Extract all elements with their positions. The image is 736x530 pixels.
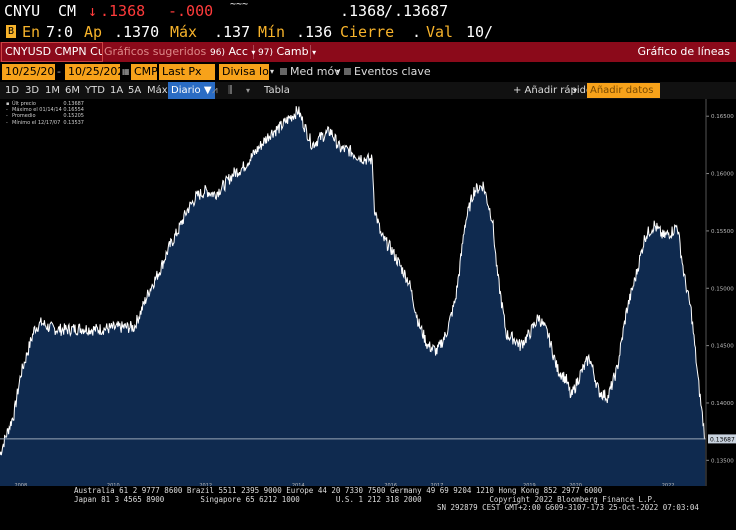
chevron-down-icon[interactable]: ▾ xyxy=(246,82,250,99)
change-menu[interactable]: 97) Camb ▾ xyxy=(258,42,316,62)
chevron-down-icon: ▼ xyxy=(203,85,212,96)
quote-detail-row: B En 7:0 Ap .1370 Máx .137 Mín .136 Cier… xyxy=(0,22,736,42)
low-value: .136 xyxy=(296,23,333,41)
last-price: .1368 xyxy=(100,2,146,20)
quote-time: 7:0 xyxy=(46,23,74,41)
moving-average-toggle[interactable]: Med móv xyxy=(280,64,341,80)
close-value: . xyxy=(412,23,422,41)
tick-sparkline-icon: ~~~ xyxy=(230,0,249,10)
period-max[interactable]: Máx xyxy=(147,82,168,99)
change-number: 97) xyxy=(258,48,273,58)
actions-number: 96) xyxy=(210,48,225,58)
val-value: 10/ xyxy=(466,23,494,41)
y-tick-label: 0.16000 xyxy=(711,172,734,178)
calendar-icon[interactable]: ▦ xyxy=(122,64,130,80)
chevron-down-icon[interactable]: ▾ xyxy=(336,64,340,80)
add-data-input[interactable]: Añadir datos xyxy=(587,83,660,98)
key-events-toggle[interactable]: Eventos clave xyxy=(344,64,431,80)
price-change: -.000 xyxy=(168,2,214,20)
chevron-down-icon[interactable]: ▾ xyxy=(573,82,577,99)
last-price-tag-text: 0.13687 xyxy=(710,436,735,443)
period-1m[interactable]: 1M xyxy=(45,82,60,99)
security-ticker-box[interactable]: CNYUSD CMPN Curncy xyxy=(1,42,103,62)
menu-bar: CNYUSD CMPN Curncy Gráficos sugeridos 96… xyxy=(0,42,736,62)
last-price-tag: 0.13687 xyxy=(708,434,736,444)
chart-view-title: Gráfico de líneas xyxy=(637,45,730,58)
period-1a[interactable]: 1A xyxy=(110,82,123,99)
low-label: Mín xyxy=(258,23,286,41)
period-3d[interactable]: 3D xyxy=(25,82,39,99)
open-value: .1370 xyxy=(114,23,160,41)
date-range-dash: - xyxy=(57,65,61,78)
table-button[interactable]: Tabla xyxy=(264,82,290,99)
y-tick-label: 0.13500 xyxy=(711,458,734,464)
chevron-down-icon: ▾ xyxy=(312,48,317,57)
y-tick-label: 0.14000 xyxy=(711,401,734,407)
footer: Australia 61 2 9777 8600 Brazil 5511 239… xyxy=(0,486,736,530)
ticker-symbol[interactable]: CNYU xyxy=(4,0,40,22)
change-label: Camb xyxy=(276,45,309,58)
line-chart-icon[interactable]: ⩘ xyxy=(212,82,218,99)
val-label: Val xyxy=(426,23,454,41)
period-ytd[interactable]: YTD xyxy=(85,82,105,99)
legend-label: Mínimo el 12/17/07 xyxy=(12,119,61,126)
footer-session-info: SN 292879 CEST GMT+2:00 G609-3107-173 25… xyxy=(437,503,699,512)
source-field[interactable]: CMPN xyxy=(131,64,166,80)
legend-marker-icon: - xyxy=(6,119,8,126)
checkbox-icon xyxy=(280,68,287,75)
suggested-charts-label: Gráficos sugeridos xyxy=(104,45,207,58)
period-5a[interactable]: 5A xyxy=(128,82,141,99)
period-1d[interactable]: 1D xyxy=(5,82,19,99)
checkbox-icon xyxy=(344,68,351,75)
ask-price: .13687 xyxy=(394,2,449,20)
y-tick-label: 0.16500 xyxy=(711,114,734,120)
menu-divider xyxy=(310,45,311,59)
price-field-select[interactable]: Last Px xyxy=(159,64,215,80)
chart-legend: ▪ Últ precio 0.13687 - Máximo el 01/14/14 0.… xyxy=(6,101,84,126)
bloomberg-badge-icon: B xyxy=(6,25,17,38)
open-label: Ap xyxy=(84,23,103,41)
chart-controls-row: 10/25/2000 - 10/25/2022 ▦ CMPN Last Px D… xyxy=(0,62,736,82)
close-label: Cierre xyxy=(340,23,395,41)
y-tick-label: 0.15500 xyxy=(711,229,734,235)
currency-select[interactable]: Divisa local xyxy=(219,64,269,80)
period-toolbar: 1D 3D 1M 6M YTD 1A 5A Máx Diario ▼ ⩘ ⫼ ▾… xyxy=(0,82,736,99)
frequency-label: Diario xyxy=(171,85,201,96)
frequency-select[interactable]: Diario ▼ xyxy=(168,82,215,99)
ticker-row: CNYU CM ↓ .1368 -.000 ~~~ .1368 / .13687 xyxy=(0,0,736,22)
bid-ask-separator: / xyxy=(384,2,394,20)
down-arrow-icon: ↓ xyxy=(88,2,98,20)
high-label: Máx xyxy=(170,23,198,41)
price-chart: 0.16500 0.16000 0.15500 0.15000 0.14500 0.140… xyxy=(0,99,736,490)
bid-price: .1368 xyxy=(340,2,386,20)
menu-divider xyxy=(253,45,254,59)
y-tick-label: 0.14500 xyxy=(711,344,734,350)
suggested-charts-menu[interactable]: Gráficos sugeridos xyxy=(104,42,208,62)
start-date-input[interactable]: 10/25/2000 xyxy=(2,64,68,80)
quick-add-button[interactable]: + Añadir rápido xyxy=(513,82,592,99)
bar-chart-icon[interactable]: ⫼ xyxy=(228,82,233,99)
chart-area[interactable]: 0.16500 0.16000 0.15500 0.15000 0.14500 0.140… xyxy=(0,99,736,491)
chevron-down-icon[interactable]: ▾ xyxy=(270,64,274,80)
en-label: En xyxy=(22,23,41,41)
moving-average-label: Med móv xyxy=(290,65,341,78)
key-events-label: Eventos clave xyxy=(354,65,431,78)
y-tick-label: 0.15000 xyxy=(711,286,734,292)
legend-row: - Mínimo el 12/17/07 0.13537 xyxy=(6,120,84,126)
price-area xyxy=(0,106,706,489)
end-date-input[interactable]: 10/25/2022 xyxy=(65,64,131,80)
ticker-suffix: CM xyxy=(58,2,77,20)
high-value: .137 xyxy=(214,23,251,41)
period-6m[interactable]: 6M xyxy=(65,82,80,99)
actions-menu[interactable]: 96) Acc ▾ xyxy=(210,42,255,62)
actions-label: Acc xyxy=(228,45,248,58)
legend-value: 0.13537 xyxy=(63,119,84,126)
